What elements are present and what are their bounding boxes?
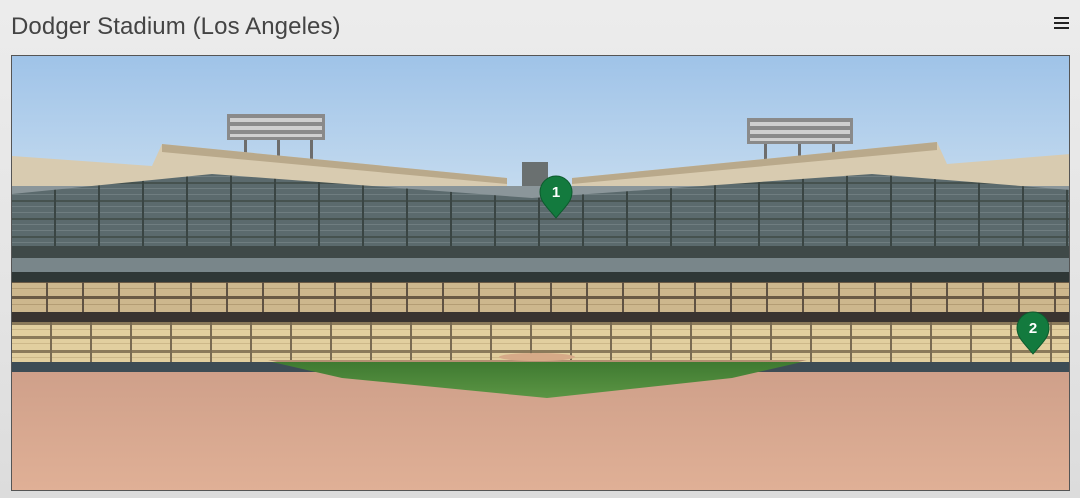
page-title: Dodger Stadium (Los Angeles): [11, 13, 341, 40]
hotspot-label-2: 2: [1029, 320, 1037, 337]
hotspot-label-1: 1: [552, 184, 560, 201]
panorama-viewer[interactable]: 1 2: [11, 55, 1070, 491]
header-bar: Dodger Stadium (Los Angeles): [0, 0, 1080, 52]
stadium-panorama-image: 1 2: [12, 56, 1069, 490]
hamburger-menu-icon[interactable]: [1054, 17, 1070, 31]
